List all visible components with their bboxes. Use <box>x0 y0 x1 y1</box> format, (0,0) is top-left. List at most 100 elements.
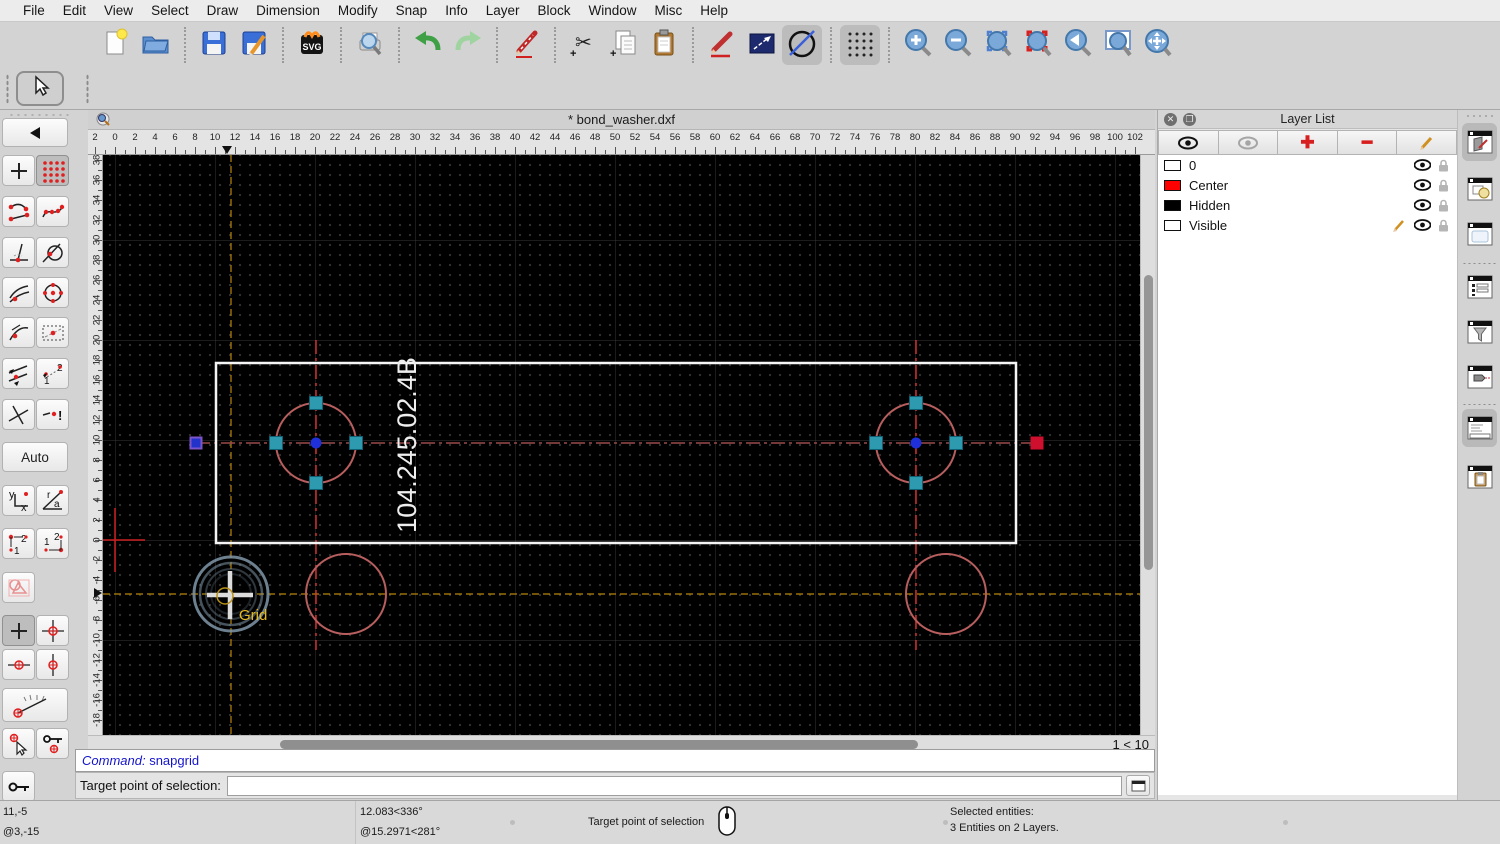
lock-relative-zero-button[interactable] <box>2 771 35 802</box>
delete-entity-button[interactable] <box>506 25 546 65</box>
svg-export-button[interactable]: SVG <box>292 25 332 65</box>
layer-edit-pencil-icon[interactable] <box>1392 219 1407 232</box>
splitter-handle[interactable] <box>1283 820 1288 825</box>
menu-file[interactable]: File <box>14 3 54 18</box>
snap-center-button[interactable] <box>36 277 69 308</box>
menu-view[interactable]: View <box>95 3 142 18</box>
splitter-handle[interactable] <box>510 820 515 825</box>
snap-grid-button[interactable] <box>36 155 69 186</box>
snap-endpoints-button[interactable] <box>2 196 35 227</box>
zoom-auto-button[interactable] <box>978 25 1018 65</box>
snap-on-entity-button[interactable] <box>36 196 69 227</box>
two-points-1-button[interactable]: 12 <box>2 528 35 559</box>
crosshair-vertical-button[interactable] <box>36 649 69 680</box>
toolbar-handle[interactable] <box>6 74 9 104</box>
menu-block[interactable]: Block <box>529 3 580 18</box>
open-file-button[interactable] <box>136 25 176 65</box>
entity-list-window-button[interactable] <box>1462 268 1497 306</box>
crosshair-horizontal-button[interactable] <box>2 649 35 680</box>
menu-select[interactable]: Select <box>142 3 198 18</box>
menu-help[interactable]: Help <box>691 3 737 18</box>
library-browser-window-button[interactable] <box>1462 215 1497 253</box>
layer-row-visible[interactable]: Visible <box>1158 215 1457 235</box>
command-window-toggle-button[interactable] <box>1126 775 1150 796</box>
selection-pointer-button[interactable] <box>16 71 64 106</box>
coordinate-polar-button[interactable]: ra <box>36 485 69 516</box>
layer-visible-icon[interactable] <box>1414 199 1431 211</box>
hide-all-layers-button[interactable] <box>1218 130 1279 155</box>
undo-button[interactable] <box>408 25 448 65</box>
menu-edit[interactable]: Edit <box>54 3 95 18</box>
copy-button[interactable]: + <box>604 25 644 65</box>
show-all-layers-button[interactable] <box>1158 130 1219 155</box>
layer-list-window-button[interactable] <box>1462 123 1497 161</box>
layer-visible-icon[interactable] <box>1414 179 1431 191</box>
pen-button[interactable] <box>702 25 742 65</box>
menu-draw[interactable]: Draw <box>198 3 248 18</box>
command-window-button[interactable] <box>1462 409 1497 447</box>
menu-modify[interactable]: Modify <box>329 3 387 18</box>
layer-panel-titlebar[interactable]: ✕ ❐ Layer List <box>1158 110 1457 129</box>
circle-center-point-left[interactable] <box>310 437 322 449</box>
toolbar-handle[interactable] <box>1465 114 1495 118</box>
set-relative-zero-button[interactable] <box>2 615 35 646</box>
lock-relative-zero-target-button[interactable] <box>36 728 69 759</box>
part-number-text[interactable]: 104.245.02.4B <box>392 357 422 533</box>
layer-lock-icon[interactable] <box>1438 159 1449 172</box>
snap-perpendicular-button[interactable] <box>2 237 35 268</box>
select-reference-button[interactable] <box>2 728 35 759</box>
document-titlebar[interactable]: * bond_washer.dxf <box>88 110 1155 130</box>
hscroll-thumb[interactable] <box>280 740 918 749</box>
menu-misc[interactable]: Misc <box>646 3 692 18</box>
layer-visible-icon[interactable] <box>1414 219 1431 231</box>
snap-auto-button[interactable]: Auto <box>2 442 68 472</box>
circle-tool-button[interactable] <box>782 25 822 65</box>
snap-distance-points-button[interactable]: 12 <box>36 358 69 389</box>
command-history[interactable]: Command: snapgrid <box>75 749 1155 772</box>
back-button[interactable] <box>2 118 68 147</box>
cut-button[interactable]: ✂ + <box>564 25 604 65</box>
redo-button[interactable] <box>448 25 488 65</box>
layer-lock-icon[interactable] <box>1438 199 1449 212</box>
coordinate-cartesian-button[interactable]: yx <box>2 485 35 516</box>
menu-dimension[interactable]: Dimension <box>247 3 329 18</box>
block-list-window-button[interactable] <box>1462 170 1497 208</box>
save-button[interactable] <box>194 25 234 65</box>
zoom-window-button[interactable] <box>1098 25 1138 65</box>
add-layer-button[interactable]: ✚ <box>1278 130 1338 155</box>
remove-layer-button[interactable]: ━ <box>1337 130 1398 155</box>
layer-row-0[interactable]: 0 <box>1158 155 1457 175</box>
circle-center-point-right[interactable] <box>910 437 922 449</box>
layer-lock-icon[interactable] <box>1438 179 1449 192</box>
canvas-vertical-scrollbar[interactable] <box>1140 155 1155 735</box>
save-as-button[interactable] <box>234 25 274 65</box>
snap-intersection-button[interactable] <box>36 317 69 348</box>
zoom-in-button[interactable] <box>898 25 938 65</box>
selection-filter-button[interactable] <box>2 572 35 603</box>
angle-gauge-button[interactable] <box>2 688 68 722</box>
print-preview-button[interactable] <box>350 25 390 65</box>
zoom-previous-button[interactable] <box>1058 25 1098 65</box>
zoom-selected-button[interactable] <box>1018 25 1058 65</box>
line-end-handle[interactable] <box>1030 436 1044 450</box>
two-points-2-button[interactable]: 12 <box>36 528 69 559</box>
layer-lock-icon[interactable] <box>1438 219 1449 232</box>
zoom-pan-button[interactable] <box>1138 25 1178 65</box>
clipboard-window-button[interactable] <box>1462 458 1497 496</box>
line-tool-button[interactable] <box>742 25 782 65</box>
filter-window-button[interactable] <box>1462 313 1497 351</box>
vscroll-thumb[interactable] <box>1144 275 1153 570</box>
exclusive-snap-button[interactable]: ! <box>36 399 69 430</box>
snap-tangent-button[interactable] <box>36 237 69 268</box>
command-input[interactable] <box>226 775 1122 796</box>
toolbar-handle[interactable] <box>8 113 70 117</box>
snap-middle-button[interactable] <box>2 277 35 308</box>
drawing-canvas[interactable]: 104.245.02.4B Grid <box>103 155 1140 735</box>
snap-free-button[interactable] <box>2 155 35 186</box>
line-start-handle[interactable] <box>189 436 203 450</box>
pen-window-button[interactable] <box>1462 358 1497 396</box>
zoom-out-button[interactable] <box>938 25 978 65</box>
layer-row-hidden[interactable]: Hidden <box>1158 195 1457 215</box>
grid-toggle-button[interactable] <box>840 25 880 65</box>
splitter-handle[interactable] <box>943 820 948 825</box>
